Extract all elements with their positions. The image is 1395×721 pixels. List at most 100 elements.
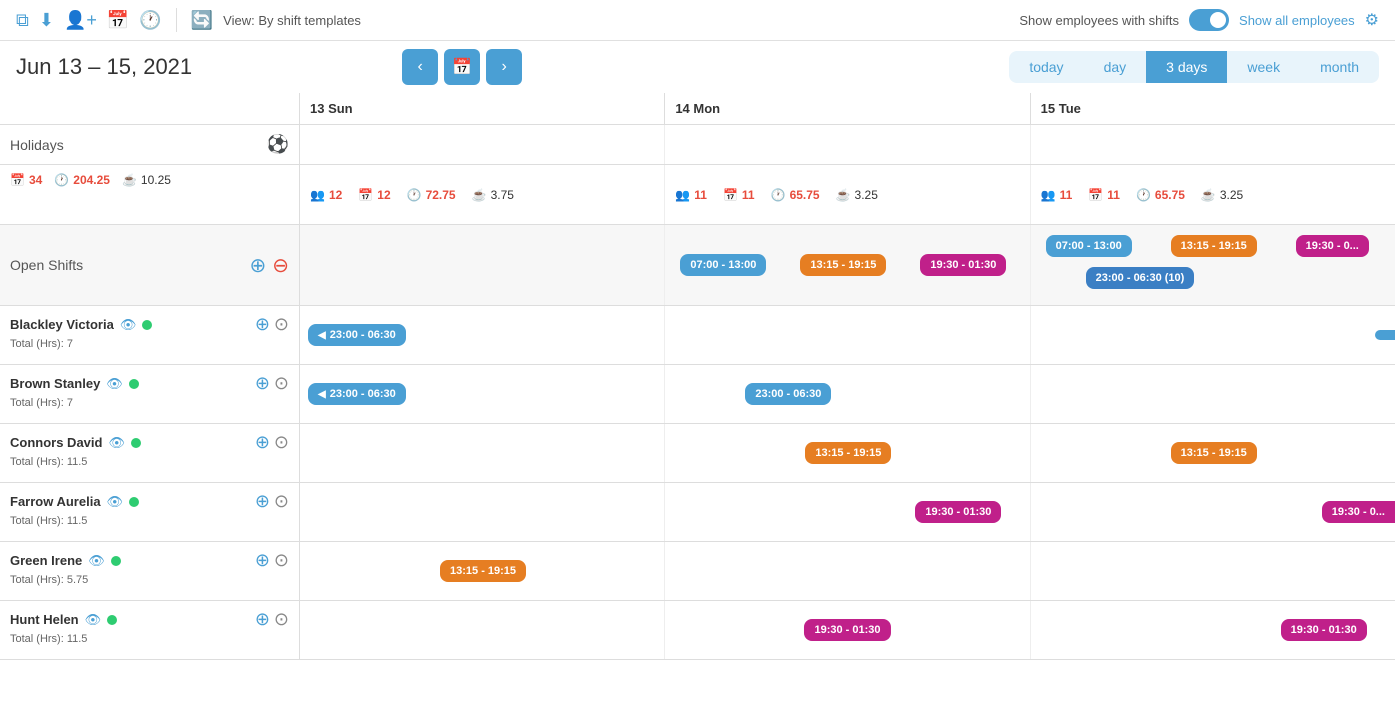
connors-shift-14[interactable]: 13:15 - 19:15 xyxy=(805,442,891,464)
emp-blackley-status xyxy=(142,320,152,330)
emp-connors-header: Connors David 👁 ⊕ ⊙ xyxy=(10,432,289,453)
connors-shift-15[interactable]: 13:15 - 19:15 xyxy=(1171,442,1257,464)
d15-calendar: 📅 11 xyxy=(1088,188,1120,202)
emp-farrow-clock[interactable]: ⊙ xyxy=(274,491,289,512)
calendar-icon[interactable]: 📅 xyxy=(107,10,129,31)
stat-cal-icon: 📅 xyxy=(10,173,25,187)
emp-brown-day13: 23:00 - 06:30 xyxy=(300,365,665,423)
view-3days-button[interactable]: 3 days xyxy=(1146,51,1227,83)
emp-hunt-name: Hunt Helen xyxy=(10,612,79,627)
emp-connors-right: 13:15 - 19:15 13:15 - 19:15 xyxy=(300,424,1395,482)
open-shifts-remove-icon[interactable]: ⊖ xyxy=(272,253,289,278)
open-shifts-right: 07:00 - 13:00 13:15 - 19:15 19:30 - 01:3… xyxy=(300,225,1395,305)
show-employees-toggle[interactable] xyxy=(1189,9,1229,31)
copy-icon[interactable]: ⧉ xyxy=(16,10,29,31)
hunt-shift-15[interactable]: 19:30 - 01:30 xyxy=(1281,619,1367,641)
emp-farrow-eye[interactable]: 👁 xyxy=(107,494,124,510)
emp-farrow-day13 xyxy=(300,483,665,541)
emp-green-total: Total (Hrs): 5.75 xyxy=(10,574,289,586)
download-icon[interactable]: ⬇ xyxy=(39,10,54,31)
open-shift-15-3[interactable]: 19:30 - 0... xyxy=(1296,235,1369,257)
emp-brown-eye[interactable]: 👁 xyxy=(106,376,123,392)
emp-hunt-clock[interactable]: ⊙ xyxy=(274,609,289,630)
emp-blackley-actions: ⊕ ⊙ xyxy=(255,314,289,335)
emp-brown-right: 23:00 - 06:30 23:00 - 06:30 xyxy=(300,365,1395,423)
coffee-icon-13: ☕ xyxy=(472,188,487,202)
prev-button[interactable]: ‹ xyxy=(402,49,438,85)
open-shift-14-1[interactable]: 07:00 - 13:00 xyxy=(680,254,766,276)
emp-brown-clock[interactable]: ⊙ xyxy=(274,373,289,394)
emp-green-actions: ⊕ ⊙ xyxy=(255,550,289,571)
emp-hunt-actions: ⊕ ⊙ xyxy=(255,609,289,630)
open-shifts-add-icon[interactable]: ⊕ xyxy=(249,253,266,278)
emp-green-clock[interactable]: ⊙ xyxy=(274,550,289,571)
add-person-icon[interactable]: 👤+ xyxy=(64,10,97,31)
view-month-button[interactable]: month xyxy=(1300,51,1379,83)
emp-row-hunt: Hunt Helen 👁 ⊕ ⊙ Total (Hrs): 11.5 19:30… xyxy=(0,601,1395,660)
date-range: Jun 13 – 15, 2021 xyxy=(16,54,192,80)
emp-hunt-eye[interactable]: 👁 xyxy=(85,612,102,628)
blackley-shift-15[interactable] xyxy=(1375,330,1395,340)
emp-connors-add[interactable]: ⊕ xyxy=(255,432,270,453)
view-label: View: By shift templates xyxy=(223,13,361,28)
emp-connors-clock[interactable]: ⊙ xyxy=(274,432,289,453)
green-shift-13[interactable]: 13:15 - 19:15 xyxy=(440,560,526,582)
emp-connors-day15: 13:15 - 19:15 xyxy=(1031,424,1395,482)
emp-farrow-add[interactable]: ⊕ xyxy=(255,491,270,512)
stat-clock-icon: 🕐 xyxy=(54,173,69,187)
open-shift-14-2[interactable]: 13:15 - 19:15 xyxy=(800,254,886,276)
emp-green-day14 xyxy=(665,542,1030,600)
emp-blackley-left: Blackley Victoria 👁 ⊕ ⊙ Total (Hrs): 7 xyxy=(0,306,300,364)
open-shifts-left: Open Shifts ⊕ ⊖ xyxy=(0,225,300,305)
farrow-shift-15[interactable]: 19:30 - 0... xyxy=(1322,501,1395,523)
day-headers-row: 13 Sun 14 Mon 15 Tue xyxy=(0,93,1395,125)
emp-green-day15 xyxy=(1031,542,1395,600)
emp-hunt-header: Hunt Helen 👁 ⊕ ⊙ xyxy=(10,609,289,630)
calendar-scroll[interactable]: 13 Sun 14 Mon 15 Tue Holidays ⚽ 📅 34 🕐 xyxy=(0,93,1395,660)
clock-icon[interactable]: 🕐 xyxy=(139,10,161,31)
emp-hunt-add[interactable]: ⊕ xyxy=(255,609,270,630)
view-week-button[interactable]: week xyxy=(1227,51,1300,83)
brown-shift-14[interactable]: 23:00 - 06:30 xyxy=(745,383,831,405)
refresh-icon[interactable]: 🔄 xyxy=(191,10,213,31)
calendar-picker-button[interactable]: 📅 xyxy=(444,49,480,85)
show-all-link[interactable]: Show all employees xyxy=(1239,13,1355,28)
emp-green-left: Green Irene 👁 ⊕ ⊙ Total (Hrs): 5.75 xyxy=(0,542,300,600)
view-today-button[interactable]: today xyxy=(1009,51,1083,83)
emp-blackley-eye[interactable]: 👁 xyxy=(120,317,137,333)
stats-day14: 👥 11 📅 11 🕐 65.75 ☕ 3.25 xyxy=(665,165,1030,224)
settings-icon[interactable]: ⚙ xyxy=(1365,10,1379,30)
open-shift-15-1[interactable]: 07:00 - 13:00 xyxy=(1046,235,1132,257)
emp-row-blackley: Blackley Victoria 👁 ⊕ ⊙ Total (Hrs): 7 2… xyxy=(0,306,1395,365)
open-shift-15-2[interactable]: 13:15 - 19:15 xyxy=(1171,235,1257,257)
emp-blackley-name: Blackley Victoria xyxy=(10,317,114,332)
view-day-button[interactable]: day xyxy=(1084,51,1147,83)
open-shift-14-3[interactable]: 19:30 - 01:30 xyxy=(920,254,1006,276)
open-shift-15-4[interactable]: 23:00 - 06:30 (10) xyxy=(1086,267,1195,289)
d15-clock: 🕐 65.75 xyxy=(1136,188,1185,202)
emp-blackley-total: Total (Hrs): 7 xyxy=(10,338,289,350)
d14-coffee: ☕ 3.25 xyxy=(836,188,878,202)
blackley-shift-13[interactable]: 23:00 - 06:30 xyxy=(308,324,406,346)
farrow-shift-14[interactable]: 19:30 - 01:30 xyxy=(915,501,1001,523)
stat-calendar: 📅 34 xyxy=(10,173,42,187)
brown-shift-13[interactable]: 23:00 - 06:30 xyxy=(308,383,406,405)
emp-green-right: 13:15 - 19:15 xyxy=(300,542,1395,600)
emp-green-status xyxy=(111,556,121,566)
emp-brown-add[interactable]: ⊕ xyxy=(255,373,270,394)
emp-green-name: Green Irene xyxy=(10,553,82,568)
cal-icon-14: 📅 xyxy=(723,188,738,202)
holidays-row-right xyxy=(300,125,1395,164)
emp-blackley-add[interactable]: ⊕ xyxy=(255,314,270,335)
stats-row: 📅 34 🕐 204.25 ☕ 10.25 👥 12 xyxy=(0,165,1395,225)
emp-green-eye[interactable]: 👁 xyxy=(88,553,105,569)
emp-row-green: Green Irene 👁 ⊕ ⊙ Total (Hrs): 5.75 13:1… xyxy=(0,542,1395,601)
holidays-label: Holidays xyxy=(10,137,64,153)
emp-green-add[interactable]: ⊕ xyxy=(255,550,270,571)
next-button[interactable]: › xyxy=(486,49,522,85)
emp-blackley-day15 xyxy=(1031,306,1395,364)
emp-connors-eye[interactable]: 👁 xyxy=(108,435,125,451)
emp-blackley-clock[interactable]: ⊙ xyxy=(274,314,289,335)
hunt-shift-14[interactable]: 19:30 - 01:30 xyxy=(804,619,890,641)
clock-icon-13: 🕐 xyxy=(407,188,422,202)
